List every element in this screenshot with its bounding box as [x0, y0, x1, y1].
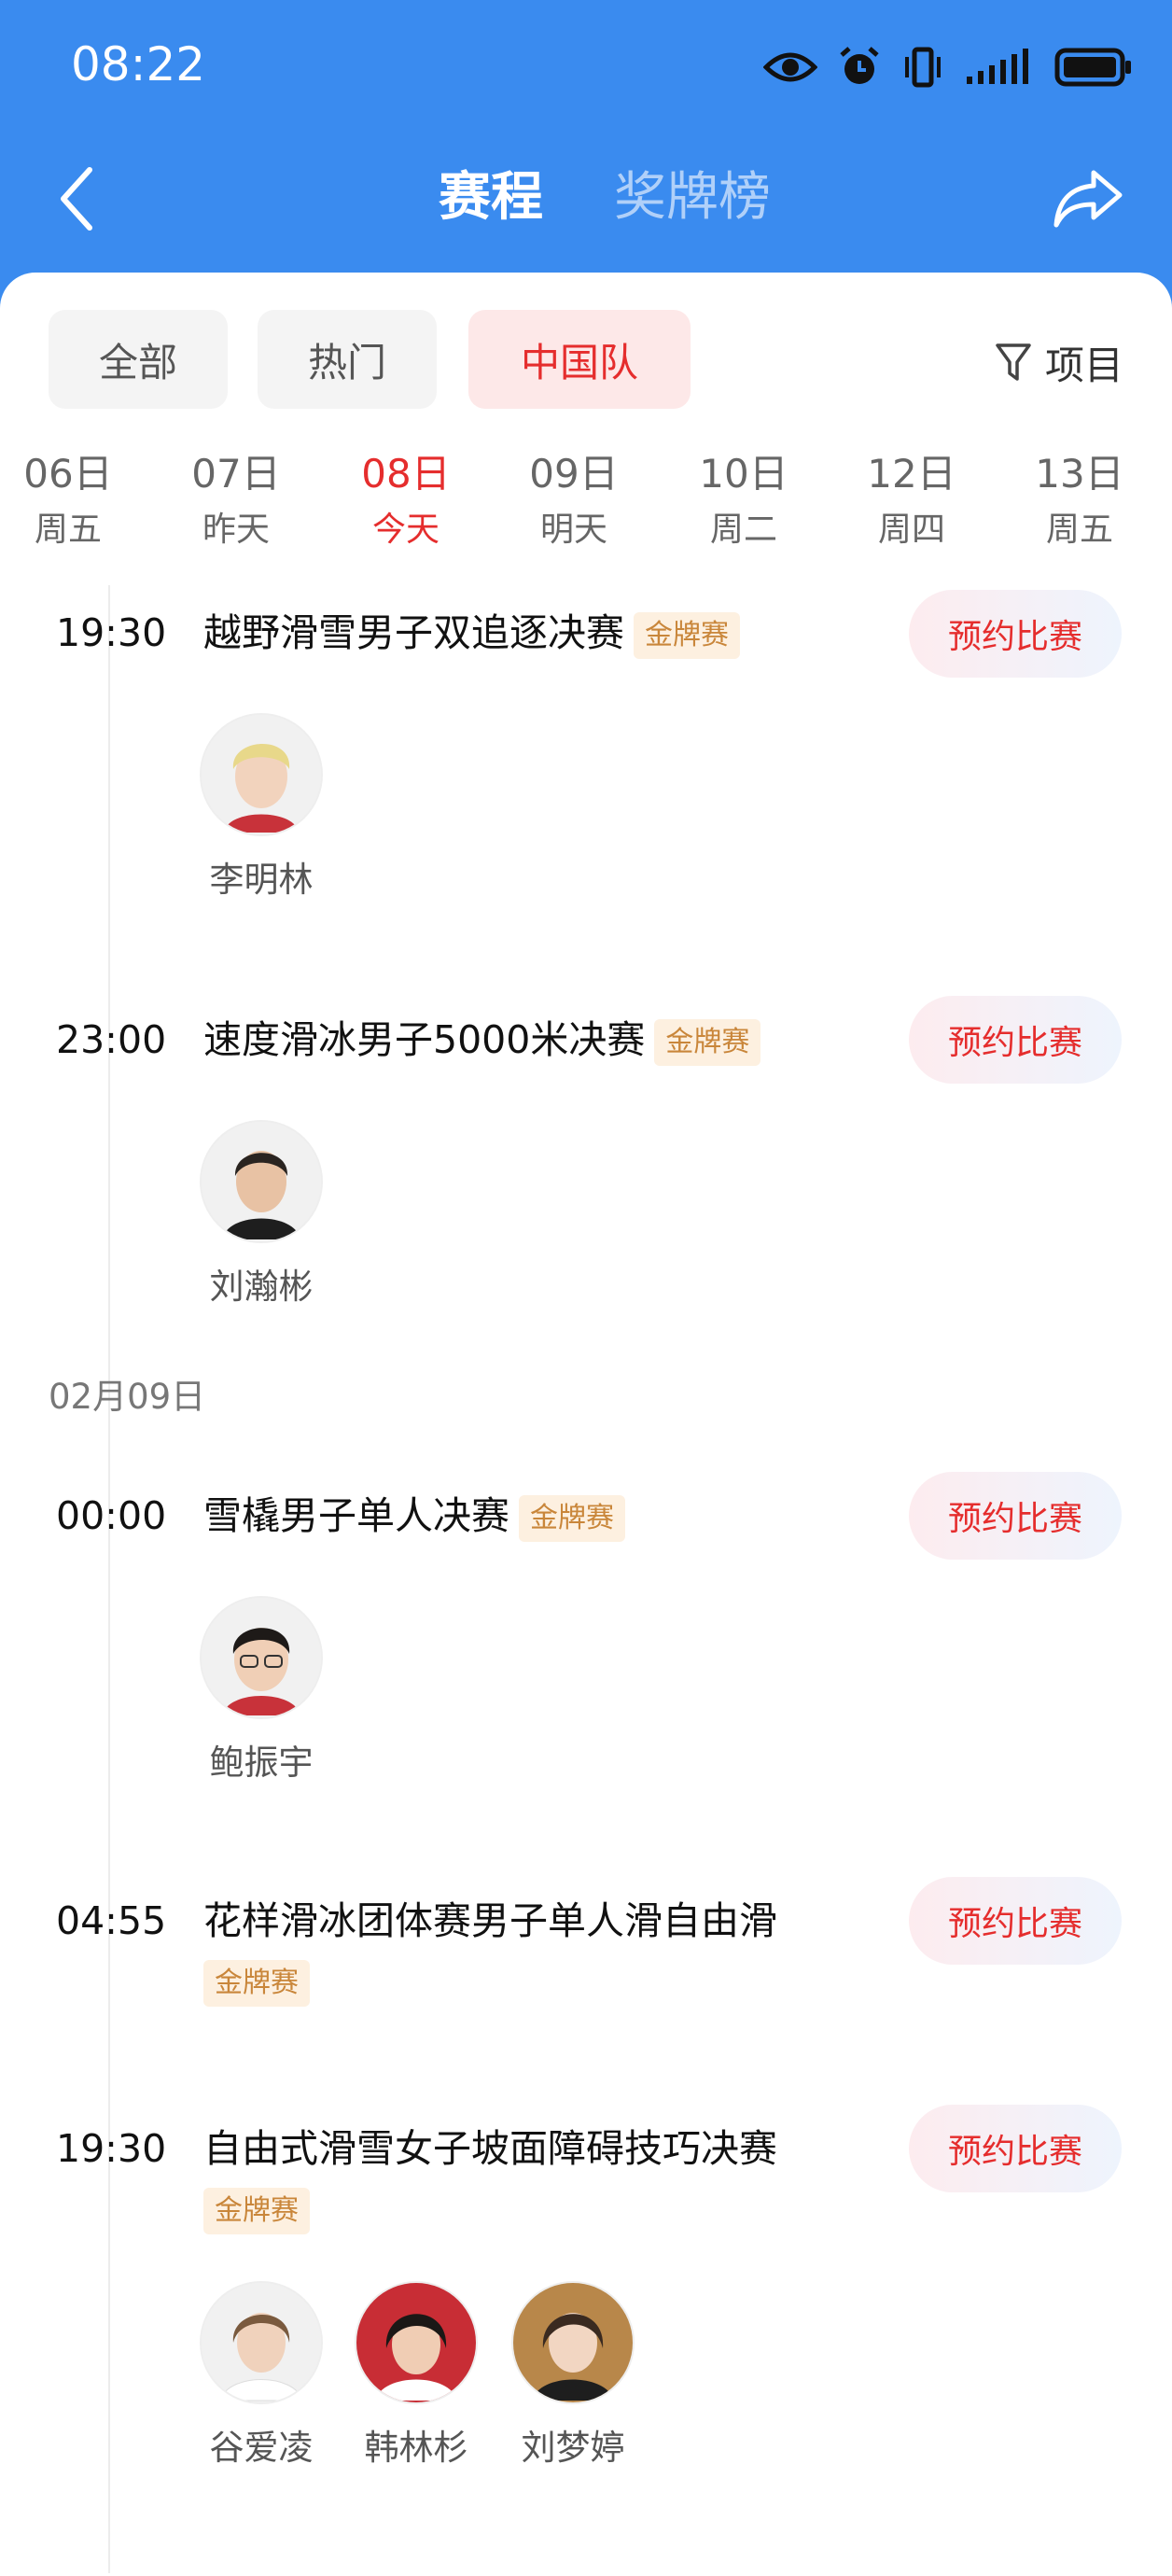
signal-icon	[965, 49, 1034, 86]
chevron-left-icon	[61, 167, 92, 231]
filter-icon	[996, 343, 1031, 381]
timeline-line	[108, 585, 110, 2573]
date-day: 13日	[1035, 451, 1124, 497]
item-filter-label: 项目	[1044, 342, 1123, 388]
share-icon	[1053, 170, 1123, 228]
athlete-card[interactable]: 李明林	[196, 713, 327, 903]
date-tab-12[interactable]: 12日 周四	[851, 446, 972, 554]
date-weekday: 周五	[1045, 511, 1113, 549]
date-day: 09日	[529, 451, 619, 497]
reserve-button[interactable]: 预约比赛	[909, 590, 1122, 678]
date-weekday: 周四	[877, 511, 945, 549]
gold-medal-tag: 金牌赛	[634, 612, 740, 659]
reserve-button[interactable]: 预约比赛	[909, 1877, 1122, 1965]
athlete-avatar	[355, 2281, 478, 2404]
athlete-card[interactable]: 谷爱凌	[196, 2281, 327, 2471]
date-weekday: 今天	[371, 511, 440, 549]
date-weekday: 昨天	[202, 511, 270, 549]
date-day: 10日	[699, 451, 788, 497]
app-header: 08:22 赛程 奖牌榜	[0, 0, 1172, 308]
date-weekday: 周五	[34, 511, 102, 549]
date-tab-06[interactable]: 06日 周五	[7, 446, 129, 554]
athlete-card[interactable]: 鲍振宇	[196, 1596, 327, 1786]
athlete-avatar	[200, 2281, 323, 2404]
tab-medal-table[interactable]: 奖牌榜	[614, 162, 771, 233]
schedule-card: 全部 热门 中国队 项目 06日 周五 07日 昨天 08日 今天 09日 明天…	[0, 273, 1172, 2576]
athlete-card[interactable]: 韩林杉	[351, 2281, 481, 2471]
event-time: 00:00	[56, 1493, 167, 1538]
gold-medal-tag: 金牌赛	[203, 1960, 310, 2007]
athlete-avatar	[511, 2281, 635, 2404]
share-button[interactable]	[1051, 161, 1125, 235]
tab-schedule[interactable]: 赛程	[439, 162, 543, 233]
event-time: 19:30	[56, 2126, 167, 2171]
event-title[interactable]: 雪橇男子单人决赛 金牌赛	[203, 1488, 625, 1544]
status-icons	[763, 41, 1133, 93]
reserve-button[interactable]: 预约比赛	[909, 2105, 1122, 2192]
date-tab-13[interactable]: 13日 周五	[1019, 446, 1140, 554]
event-title[interactable]: 速度滑冰男子5000米决赛 金牌赛	[203, 1012, 761, 1068]
gold-medal-tag: 金牌赛	[203, 2188, 310, 2234]
reserve-button[interactable]: 预约比赛	[909, 1472, 1122, 1560]
athlete-name: 韩林杉	[364, 2428, 468, 2468]
date-tab-09[interactable]: 09日 明天	[513, 446, 635, 554]
athlete-name: 李明林	[209, 860, 314, 900]
item-filter-button[interactable]: 项目	[995, 334, 1123, 390]
date-day: 06日	[23, 451, 113, 497]
event-title[interactable]: 越野滑雪男子双追逐决赛 金牌赛	[203, 605, 740, 661]
athlete-avatar	[200, 713, 323, 836]
athlete-card[interactable]: 刘瀚彬	[196, 1120, 327, 1310]
filter-chip-all[interactable]: 全部	[49, 310, 228, 409]
gold-medal-tag: 金牌赛	[519, 1495, 625, 1542]
date-day: 07日	[191, 451, 281, 497]
date-tab-10[interactable]: 10日 周二	[683, 446, 804, 554]
athlete-name: 刘梦婷	[521, 2428, 625, 2468]
battery-icon	[1054, 48, 1133, 87]
event-title[interactable]: 花样滑冰团体赛男子单人滑自由滑	[203, 1893, 777, 1949]
event-title-text: 越野滑雪男子双追逐决赛	[203, 610, 624, 655]
date-day: 08日	[361, 451, 451, 497]
section-date-label: 02月09日	[49, 1377, 206, 1417]
event-time: 23:00	[56, 1017, 167, 1062]
athlete-name: 谷爱凌	[209, 2428, 314, 2468]
athlete-avatar	[200, 1596, 323, 1719]
status-time: 08:22	[71, 37, 206, 91]
alarm-icon	[838, 46, 881, 89]
vibrate-icon	[901, 46, 944, 89]
athlete-name: 鲍振宇	[209, 1743, 314, 1783]
reserve-button[interactable]: 预约比赛	[909, 996, 1122, 1084]
date-day: 12日	[867, 451, 956, 497]
event-time: 04:55	[56, 1898, 167, 1943]
back-button[interactable]	[49, 166, 105, 231]
athlete-avatar	[200, 1120, 323, 1243]
athlete-card[interactable]: 刘梦婷	[508, 2281, 638, 2471]
event-title-text: 速度滑冰男子5000米决赛	[203, 1017, 646, 1062]
athlete-name: 刘瀚彬	[209, 1267, 314, 1307]
eye-icon	[763, 49, 817, 86]
event-time: 19:30	[56, 610, 167, 655]
date-weekday: 明天	[539, 511, 607, 549]
gold-medal-tag: 金牌赛	[654, 1019, 761, 1066]
event-title[interactable]: 自由式滑雪女子坡面障碍技巧决赛	[203, 2121, 777, 2177]
date-weekday: 周二	[709, 511, 777, 549]
date-tab-08[interactable]: 08日 今天	[345, 446, 467, 554]
filter-chip-hot[interactable]: 热门	[258, 310, 437, 409]
date-tab-07[interactable]: 07日 昨天	[175, 446, 297, 554]
filter-chip-china[interactable]: 中国队	[468, 310, 691, 409]
event-title-text: 雪橇男子单人决赛	[203, 1493, 509, 1538]
